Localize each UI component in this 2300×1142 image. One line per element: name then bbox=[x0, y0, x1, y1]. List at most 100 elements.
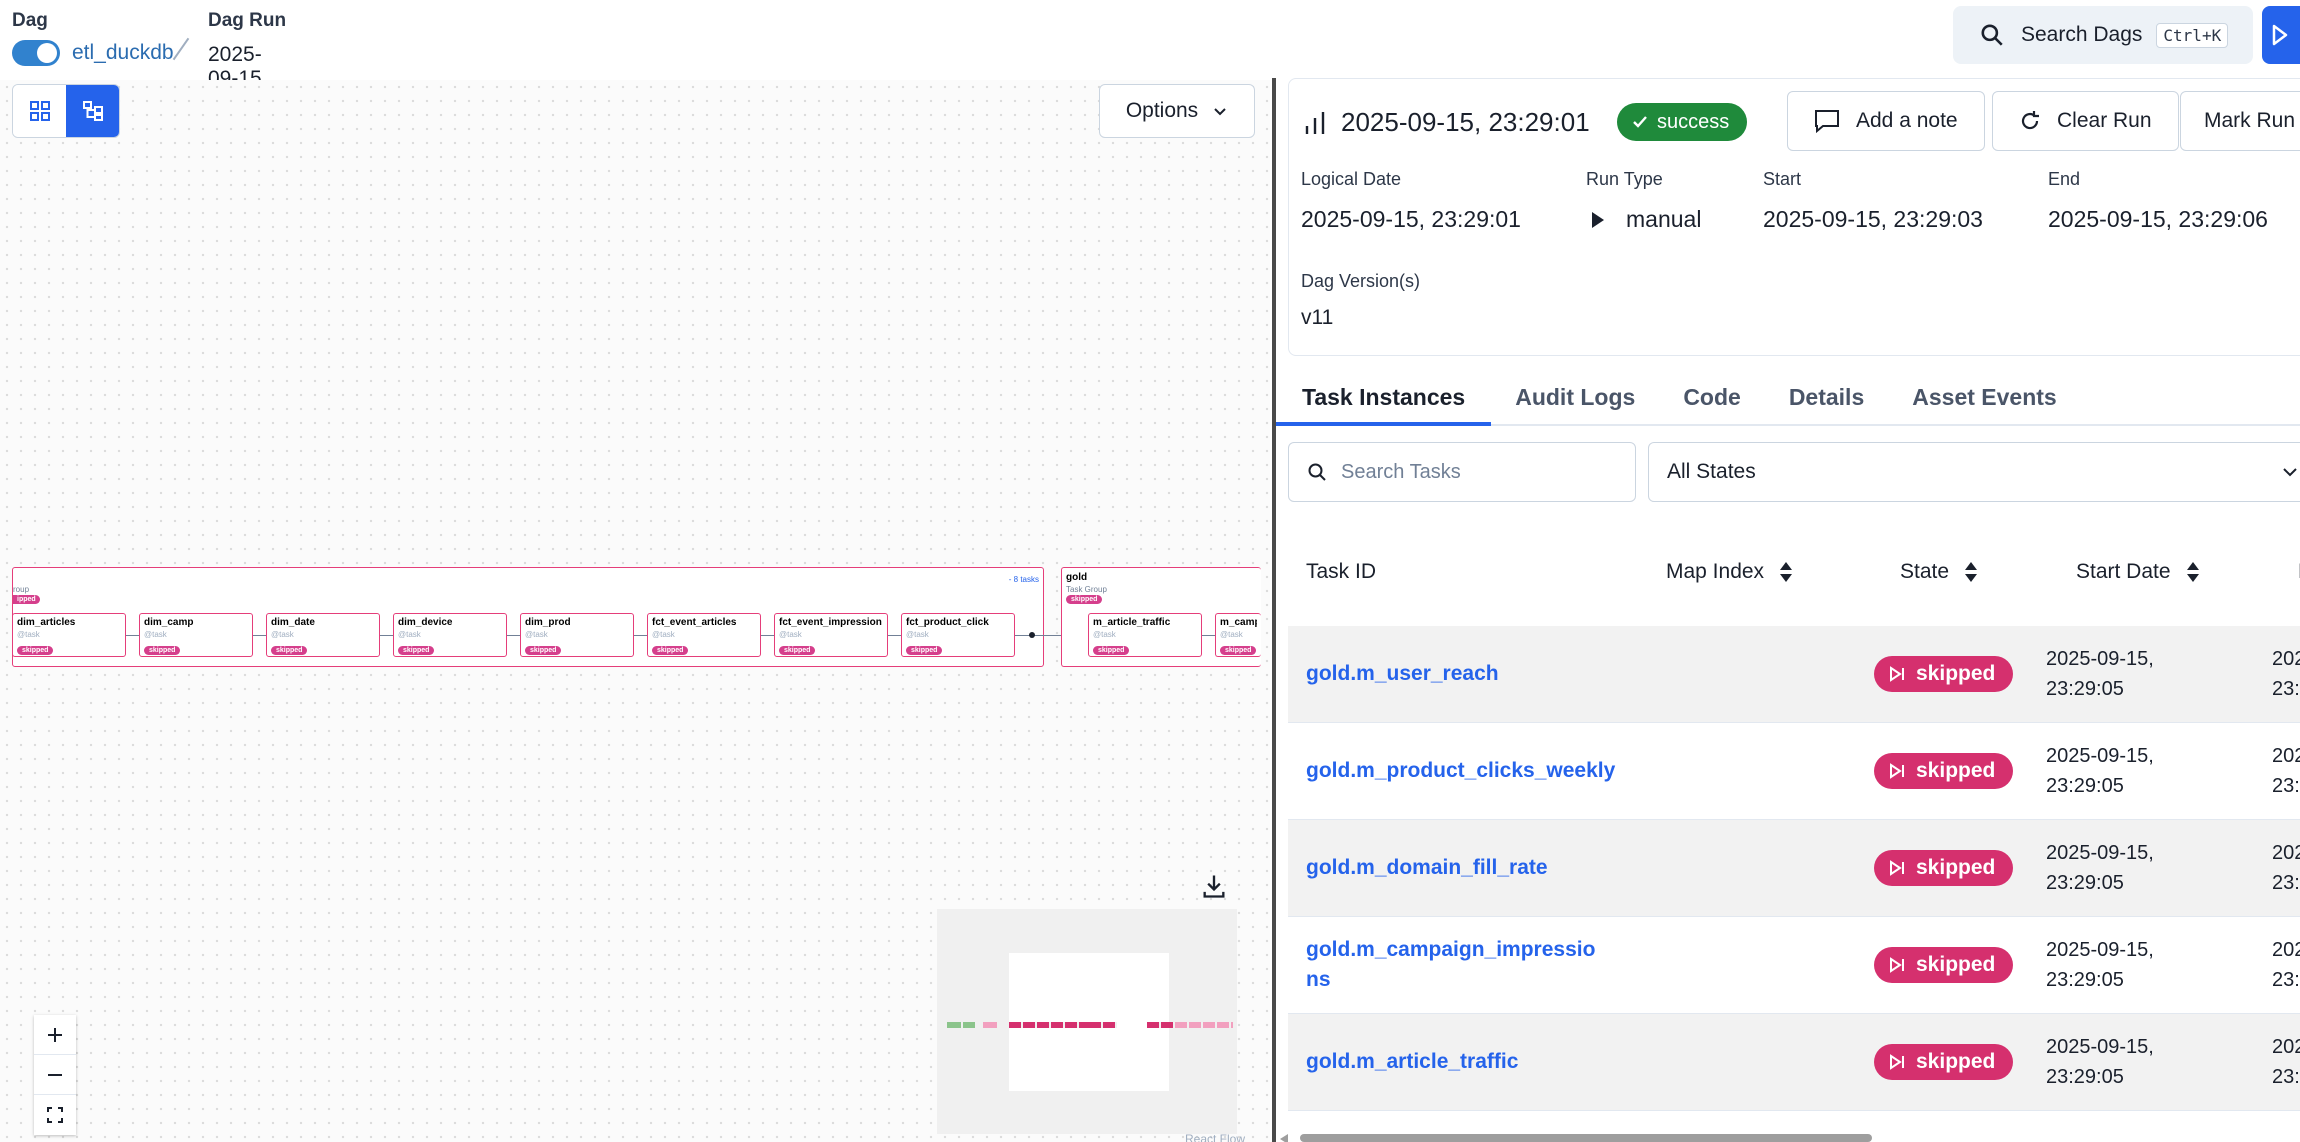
end-date-cell: 202 23:2 bbox=[2272, 1032, 2300, 1092]
start-date-time: 23:29:05 bbox=[2046, 872, 2124, 894]
scroll-left-arrow[interactable] bbox=[1280, 1134, 1288, 1142]
graph-edge bbox=[380, 635, 393, 636]
graph-edge bbox=[1202, 635, 1215, 636]
task-group-count[interactable]: - 8 tasks bbox=[1009, 575, 1039, 584]
minimap-node bbox=[947, 1022, 961, 1028]
dag-name-link[interactable]: etl_duckdb bbox=[72, 41, 174, 65]
tab-task-instances[interactable]: Task Instances bbox=[1276, 368, 1492, 426]
run-title-text: 2025-09-15, 23:29:01 bbox=[1341, 107, 1590, 137]
fit-view-button[interactable] bbox=[34, 1095, 76, 1135]
task-id-link[interactable]: gold.m_domain_fill_rate bbox=[1306, 853, 1606, 883]
graph-view-button[interactable] bbox=[66, 85, 119, 137]
table-row: gold.m_product_clicks_weekly skipped 202… bbox=[1288, 723, 2300, 820]
task-node[interactable]: dim_articles @task skipped bbox=[12, 613, 126, 657]
task-id-link[interactable]: gold.m_user_reach bbox=[1306, 659, 1606, 689]
tab-audit-logs[interactable]: Audit Logs bbox=[1491, 368, 1659, 426]
column-start-date-label: Start Date bbox=[2076, 560, 2171, 583]
mark-run-button[interactable]: Mark Run bbox=[2180, 91, 2300, 151]
dag-version-value: v11 bbox=[1301, 306, 1334, 329]
column-start-date[interactable]: Start Date bbox=[2076, 560, 2201, 584]
start-date-day: 2025-09-15, bbox=[2046, 745, 2154, 767]
task-node[interactable]: dim_prod @task skipped bbox=[520, 613, 634, 657]
state-filter-select[interactable]: All States bbox=[1648, 442, 2300, 502]
options-label: Options bbox=[1125, 99, 1199, 122]
task-id-link[interactable]: gold.m_product_clicks_weekly bbox=[1306, 756, 1615, 786]
mark-run-label: Mark Run bbox=[2204, 109, 2296, 132]
task-group-state-badge: ipped bbox=[13, 595, 40, 604]
breadcrumb-dag: Dag etl_duckdb bbox=[12, 10, 174, 66]
task-node-state: skipped bbox=[144, 646, 181, 655]
task-node[interactable]: m_article_traffic @task skipped bbox=[1088, 613, 1202, 657]
pane-resize-handle[interactable] bbox=[1272, 78, 1276, 1142]
tab-code[interactable]: Code bbox=[1659, 368, 1765, 426]
fit-view-icon bbox=[47, 1107, 63, 1123]
chevron-down-icon bbox=[2283, 468, 2297, 477]
task-node[interactable]: fct_product_click @task skipped bbox=[901, 613, 1015, 657]
task-node-state: skipped bbox=[271, 646, 308, 655]
plus-icon bbox=[48, 1027, 62, 1042]
task-node-state: skipped bbox=[1093, 646, 1130, 655]
app-root: Dag etl_duckdb Dag Run 2025-09-15, 23:29… bbox=[0, 0, 2300, 1142]
column-state[interactable]: State bbox=[1900, 560, 1979, 584]
column-state-label: State bbox=[1900, 560, 1950, 583]
start-date-cell: 2025-09-15, 23:29:05 bbox=[2046, 741, 2154, 801]
end-date-cell: 202 23:2 bbox=[2272, 935, 2300, 995]
run-type-text: manual bbox=[1626, 206, 1702, 232]
task-node[interactable]: m_campa @task skipped bbox=[1215, 613, 1261, 657]
graph-minimap[interactable] bbox=[937, 909, 1237, 1134]
note-icon bbox=[1815, 110, 1839, 133]
task-node[interactable]: dim_camp @task skipped bbox=[139, 613, 253, 657]
search-dags-label: Search Dags bbox=[2021, 23, 2143, 46]
download-icon[interactable] bbox=[1200, 872, 1228, 900]
task-node-operator: @task bbox=[271, 630, 294, 639]
manual-run-icon bbox=[1592, 211, 1604, 228]
dag-pause-toggle[interactable] bbox=[12, 40, 60, 66]
tab-asset-events[interactable]: Asset Events bbox=[1888, 368, 2080, 426]
clear-run-button[interactable]: Clear Run bbox=[1992, 91, 2179, 151]
zoom-in-button[interactable] bbox=[34, 1015, 76, 1055]
minimap-node bbox=[1009, 1022, 1089, 1028]
run-tabs: Task Instances Audit Logs Code Details A… bbox=[1276, 368, 2300, 426]
state-label: skipped bbox=[1916, 953, 1996, 976]
run-type-field: Run Type manual bbox=[1586, 169, 1701, 233]
column-map-index[interactable]: Map Index bbox=[1666, 560, 1794, 584]
task-node-state: skipped bbox=[525, 646, 562, 655]
logical-date-label: Logical Date bbox=[1301, 169, 1402, 189]
task-search-input[interactable] bbox=[1341, 460, 1621, 484]
state-label: skipped bbox=[1916, 856, 1996, 879]
horizontal-scrollbar[interactable] bbox=[1300, 1134, 1872, 1142]
state-badge: skipped bbox=[1874, 753, 2014, 789]
graph-edge bbox=[253, 635, 266, 636]
check-icon bbox=[1633, 116, 1647, 128]
task-node[interactable]: dim_date @task skipped bbox=[266, 613, 380, 657]
add-note-button[interactable]: Add a note bbox=[1787, 91, 1985, 151]
task-id-link[interactable]: gold.m_article_traffic bbox=[1306, 1047, 1606, 1077]
task-id-link[interactable]: gold.m_campaign_impressions bbox=[1306, 935, 1596, 995]
react-flow-attribution[interactable]: React Flow bbox=[1185, 1132, 1245, 1142]
zoom-out-button[interactable] bbox=[34, 1055, 76, 1095]
task-node[interactable]: fct_event_articles @task skipped bbox=[647, 613, 761, 657]
grid-view-button[interactable] bbox=[13, 85, 66, 137]
task-node-name: dim_articles bbox=[17, 617, 76, 628]
end-date-cell: 202 23:2 bbox=[2272, 741, 2300, 801]
task-node-state: skipped bbox=[652, 646, 689, 655]
tab-details[interactable]: Details bbox=[1765, 368, 1888, 426]
end-date-time: 23:2 bbox=[2272, 969, 2300, 991]
table-row: gold.m_domain_fill_rate skipped 2025-09-… bbox=[1288, 820, 2300, 917]
task-node-state: skipped bbox=[17, 646, 54, 655]
task-node[interactable]: dim_device @task skipped bbox=[393, 613, 507, 657]
task-node-operator: @task bbox=[779, 630, 802, 639]
task-node-name: fct_event_articles bbox=[652, 617, 737, 628]
options-dropdown[interactable]: Options bbox=[1099, 84, 1255, 138]
bar-chart-icon bbox=[1305, 111, 1325, 134]
task-search-box bbox=[1288, 442, 1636, 502]
task-node-name: dim_date bbox=[271, 617, 315, 628]
task-node-state: skipped bbox=[1220, 646, 1257, 655]
task-node[interactable]: fct_event_impression @task skipped bbox=[774, 613, 888, 657]
task-node-name: m_campa bbox=[1220, 617, 1257, 628]
search-dags-button[interactable]: Search Dags Ctrl+K bbox=[1953, 6, 2253, 64]
column-task-id[interactable]: Task ID bbox=[1306, 560, 1376, 584]
run-state-badge: success bbox=[1617, 103, 1748, 141]
skip-icon bbox=[1890, 860, 1904, 876]
trigger-dag-button[interactable] bbox=[2262, 6, 2300, 64]
